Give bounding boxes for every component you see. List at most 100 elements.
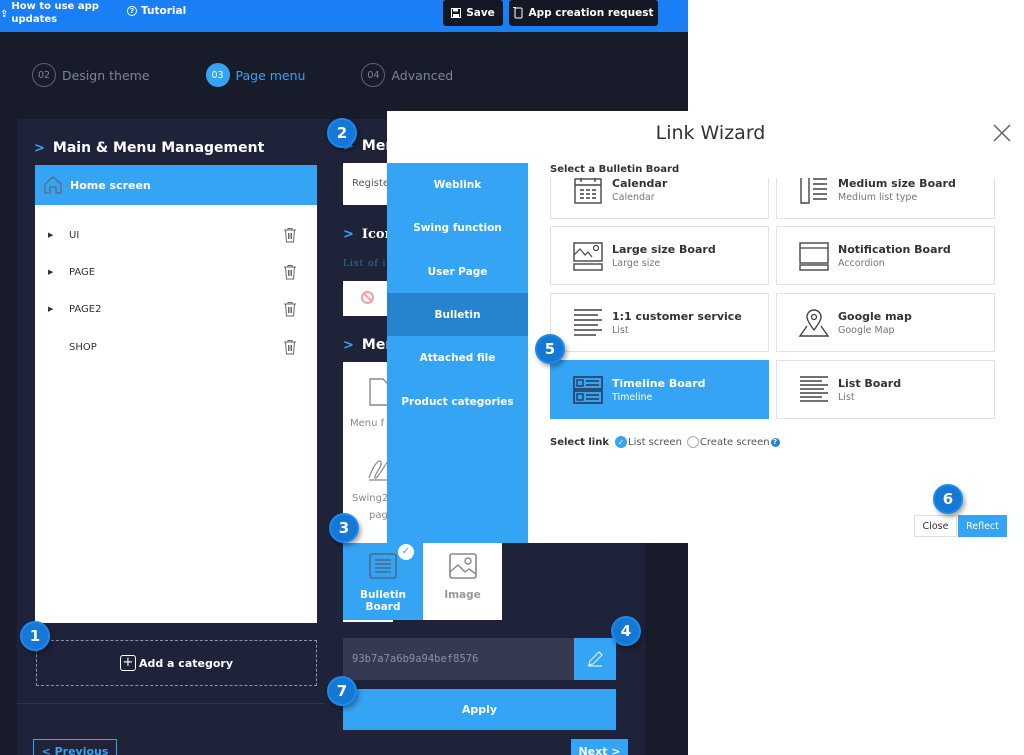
- help-label-line1: How to use app: [11, 1, 99, 12]
- main-menu-title-text: Main & Menu Management: [52, 140, 265, 156]
- chevron-right-icon: >: [343, 227, 354, 242]
- divider: [17, 703, 325, 704]
- bulletin-board-tile[interactable]: ✓ Bulletin Board: [343, 543, 423, 620]
- top-bar: ⇪ How to use app updates ? Tutorial Save …: [0, 0, 688, 32]
- board-subtitle: Medium list type: [838, 192, 918, 203]
- expand-triangle-icon[interactable]: ▶: [48, 305, 53, 313]
- board-subtitle: List: [612, 325, 629, 336]
- callout-badge-4: 4: [611, 616, 641, 646]
- menu-item-label: PAGE2: [69, 303, 102, 315]
- expand-triangle-icon[interactable]: ▶: [48, 268, 53, 276]
- reflect-button[interactable]: Reflect: [958, 515, 1007, 537]
- board-card-list[interactable]: List Board List: [776, 360, 995, 419]
- image-tile[interactable]: Image: [423, 543, 502, 620]
- trash-icon[interactable]: [283, 227, 297, 243]
- expand-triangle-icon[interactable]: ▶: [48, 231, 53, 239]
- close-button[interactable]: Close: [914, 515, 957, 537]
- home-icon: [44, 176, 62, 194]
- app-creation-request-button[interactable]: App creation request: [509, 0, 658, 26]
- radio-create-screen[interactable]: [686, 436, 699, 448]
- bulletin-board-icon: [369, 553, 397, 579]
- board-subtitle: Accordion: [838, 258, 885, 269]
- board-title: Timeline Board: [612, 377, 706, 390]
- save-button[interactable]: Save: [443, 0, 503, 26]
- board-grid[interactable]: Calendar Calendar Medium size Board Medi…: [547, 178, 1007, 423]
- tutorial-link[interactable]: ? Tutorial: [127, 5, 186, 17]
- previous-button[interactable]: < Previous: [33, 739, 117, 755]
- wizard-tab-swing-function[interactable]: Swing function: [387, 206, 528, 249]
- menu-item-shop[interactable]: SHOP: [35, 337, 317, 357]
- board-title: Large size Board: [612, 243, 716, 256]
- save-label: Save: [466, 7, 495, 19]
- menu-item-ui[interactable]: ▶ UI: [35, 225, 317, 245]
- board-subtitle: Timeline: [612, 392, 653, 403]
- upload-icon: ⇪: [0, 9, 9, 20]
- wizard-tab-user-page[interactable]: User Page: [387, 250, 528, 293]
- menu-file-label: Menu f: [350, 418, 385, 429]
- board-card-large-size[interactable]: Large size Board Large size: [550, 226, 769, 285]
- step-page-menu[interactable]: 03 Page menu: [205, 63, 305, 87]
- menu-item-label: SHOP: [69, 341, 97, 353]
- chevron-right-icon: >: [34, 140, 45, 156]
- board-card-customer-service[interactable]: 1:1 customer service List: [550, 293, 769, 352]
- map-pin-icon: [798, 309, 830, 337]
- board-card-calendar[interactable]: Calendar Calendar: [550, 178, 769, 219]
- board-subtitle: Google Map: [838, 325, 895, 336]
- board-card-timeline[interactable]: Timeline Board Timeline: [550, 360, 769, 419]
- select-link-group: Select link ✓ List screen Create screen …: [550, 436, 780, 448]
- floppy-disk-icon: [451, 8, 462, 18]
- image-label: Image: [444, 589, 481, 601]
- board-card-google-map[interactable]: Google map Google Map: [776, 293, 995, 352]
- no-icon-option[interactable]: [343, 281, 393, 316]
- home-screen-label: Home screen: [70, 178, 151, 192]
- step-design-theme[interactable]: 02 Design theme: [32, 63, 150, 87]
- list-screen-label[interactable]: List screen: [628, 437, 682, 448]
- step-number: 03: [205, 63, 230, 87]
- menu-item-page2[interactable]: ▶ PAGE2: [35, 299, 317, 319]
- list-icon: [574, 309, 602, 336]
- pencil-icon: [588, 651, 603, 667]
- menu-item-label: PAGE: [69, 266, 96, 278]
- wizard-tab-attached-file[interactable]: Attached file: [387, 336, 528, 379]
- select-bulletin-board-label: Select a Bulletin Board: [550, 164, 680, 175]
- add-category-button[interactable]: + Add a category: [36, 640, 317, 686]
- close-icon[interactable]: [992, 123, 1012, 143]
- help-icon[interactable]: ?: [770, 437, 780, 447]
- board-card-medium-size[interactable]: Medium size Board Medium list type: [776, 178, 995, 219]
- create-screen-label[interactable]: Create screen: [700, 437, 770, 448]
- trash-icon[interactable]: [283, 339, 297, 355]
- icon-list-text: List of ic: [343, 259, 387, 269]
- next-button[interactable]: Next >: [571, 739, 628, 755]
- callout-badge-1: 1: [20, 621, 50, 651]
- page-label: pag: [369, 510, 388, 521]
- step-number: 02: [32, 63, 56, 87]
- board-card-notification[interactable]: Notification Board Accordion: [776, 226, 995, 285]
- edit-link-button[interactable]: [574, 638, 616, 680]
- medium-list-icon: [800, 178, 827, 204]
- board-title: 1:1 customer service: [612, 310, 742, 323]
- plus-icon: +: [119, 655, 136, 671]
- wizard-title: Link Wizard: [655, 122, 766, 144]
- how-to-use-link[interactable]: ⇪ How to use app updates: [0, 0, 99, 26]
- board-subtitle: Calendar: [612, 192, 655, 203]
- apply-button[interactable]: Apply: [343, 689, 616, 730]
- link-id-field[interactable]: 93b7a7a6b9a94bef8576: [343, 638, 574, 680]
- step-advanced[interactable]: 04 Advanced: [361, 63, 453, 87]
- menu-item-page[interactable]: ▶ PAGE: [35, 262, 317, 282]
- request-label: App creation request: [528, 7, 654, 19]
- chevron-right-icon: >: [343, 337, 354, 353]
- trash-icon[interactable]: [283, 301, 297, 317]
- wizard-tab-bulletin[interactable]: Bulletin: [387, 293, 528, 336]
- wizard-tab-product-categories[interactable]: Product categories: [387, 380, 528, 423]
- trash-icon[interactable]: [283, 264, 297, 280]
- menu-item-label: UI: [69, 229, 80, 241]
- home-screen-item[interactable]: Home screen: [35, 165, 317, 205]
- large-image-icon: [573, 242, 603, 271]
- select-link-label: Select link: [550, 436, 610, 448]
- image-icon: [449, 553, 477, 579]
- menu-tree: Home screen ▶ UI ▶ PAGE ▶ PAGE2 SHOP: [35, 165, 317, 623]
- wizard-tab-weblink[interactable]: Weblink: [387, 163, 528, 206]
- board-subtitle: List: [838, 392, 855, 403]
- question-icon: ?: [127, 6, 137, 16]
- radio-list-screen[interactable]: ✓: [615, 436, 628, 448]
